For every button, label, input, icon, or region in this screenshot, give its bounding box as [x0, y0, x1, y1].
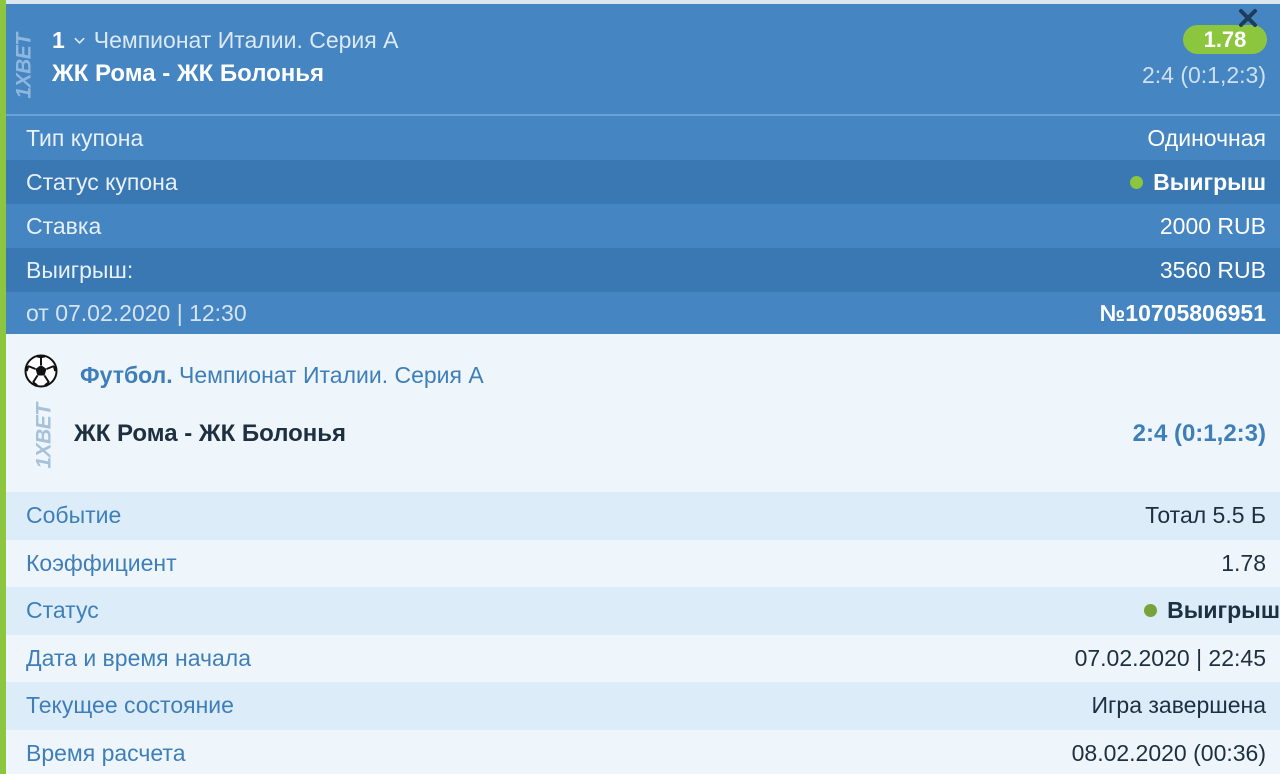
status-text: Выигрыш — [1167, 597, 1280, 624]
row-label: Тип купона — [26, 124, 144, 151]
bet-coupon-page: 1XBET 1 Чемпионат Италии. Серия А ЖК Ром… — [0, 0, 1280, 774]
coupon-league-line[interactable]: 1 Чемпионат Италии. Серия А — [52, 26, 398, 54]
current-state-row: Текущее состояние Игра завершена — [0, 682, 1280, 730]
row-label: Текущее состояние — [26, 692, 234, 719]
row-value: 08.02.2020 (00:36) — [1071, 739, 1266, 766]
event-status-row: Статус Выигрыш — [0, 587, 1280, 635]
coupon-league-name: Чемпионат Италии. Серия А — [93, 26, 399, 53]
coupon-header[interactable]: 1XBET 1 Чемпионат Италии. Серия А ЖК Ром… — [0, 0, 1280, 116]
row-label: Ставка — [26, 212, 102, 239]
coupon-date-row: от 07.02.2020 | 12:30 №10705806951 — [0, 292, 1280, 334]
row-label: Статус купона — [26, 168, 178, 195]
bet-count: 1 — [52, 26, 65, 53]
brand-logo-text: 1XBET — [13, 33, 36, 99]
row-label: Событие — [26, 502, 122, 529]
event-bet-row: Событие Тотал 5.5 Б — [0, 492, 1280, 540]
brand-logo-text: 1XBET — [33, 403, 56, 469]
status-value: Выигрыш — [1130, 169, 1266, 196]
event-score: 2:4 (0:1,2:3) — [1132, 420, 1266, 447]
row-label: Выигрыш: — [26, 256, 134, 283]
row-value: Тотал 5.5 Б — [1145, 502, 1266, 529]
coupon-status-row: Статус купона Выигрыш — [0, 160, 1280, 204]
left-accent-strip — [0, 0, 6, 774]
coupon-number: №10705806951 — [1099, 299, 1266, 326]
row-label: Статус — [26, 597, 99, 624]
brand-logo: 1XBET — [10, 30, 40, 102]
top-divider — [0, 0, 1280, 4]
row-value: 07.02.2020 | 22:45 — [1074, 644, 1266, 671]
sport-name: Футбол. — [80, 362, 173, 388]
row-value: Одиночная — [1147, 124, 1266, 151]
chevron-down-icon[interactable] — [73, 34, 86, 47]
row-label: Коэффициент — [26, 549, 177, 576]
winnings-row: Выигрыш: 3560 RUB — [0, 248, 1280, 292]
row-value: 2000 RUB — [1159, 212, 1266, 239]
event-match-title[interactable]: ЖК Рома - ЖК Болонья — [74, 420, 346, 448]
close-icon[interactable] — [1236, 6, 1260, 30]
status-dot-icon — [1144, 604, 1158, 618]
brand-logo: 1XBET — [30, 400, 60, 472]
settlement-time-row: Время расчета 08.02.2020 (00:36) — [0, 729, 1280, 774]
coupon-info: Тип купона Одиночная Статус купона Выигр… — [0, 116, 1280, 334]
event-league: Чемпионат Италии. Серия А — [179, 362, 484, 388]
event-block[interactable]: Футбол. Чемпионат Италии. Серия А 1XBET … — [0, 334, 1280, 492]
coupon-type-row: Тип купона Одиночная — [0, 116, 1280, 160]
odds-row: Коэффициент 1.78 — [0, 539, 1280, 587]
row-value: Игра завершена — [1091, 692, 1266, 719]
event-sport-line: Футбол. Чемпионат Италии. Серия А — [80, 362, 484, 389]
row-label: Время расчета — [26, 739, 186, 766]
coupon-score: 2:4 (0:1,2:3) — [1141, 62, 1266, 88]
start-time-row: Дата и время начала 07.02.2020 | 22:45 — [0, 634, 1280, 682]
status-text: Выигрыш — [1153, 168, 1266, 195]
row-value: 1.78 — [1221, 549, 1266, 576]
status-dot-icon — [1130, 175, 1144, 189]
coupon-match-title: ЖК Рома - ЖК Болонья — [52, 60, 325, 87]
status-value: Выигрыш — [1144, 597, 1280, 624]
coupon-date: от 07.02.2020 | 12:30 — [26, 299, 247, 326]
stake-row: Ставка 2000 RUB — [0, 204, 1280, 248]
event-details: Событие Тотал 5.5 Б Коэффициент 1.78 Ста… — [0, 492, 1280, 774]
soccer-ball-icon — [24, 354, 58, 388]
row-label: Дата и время начала — [26, 644, 251, 671]
row-value: 3560 RUB — [1159, 256, 1266, 283]
